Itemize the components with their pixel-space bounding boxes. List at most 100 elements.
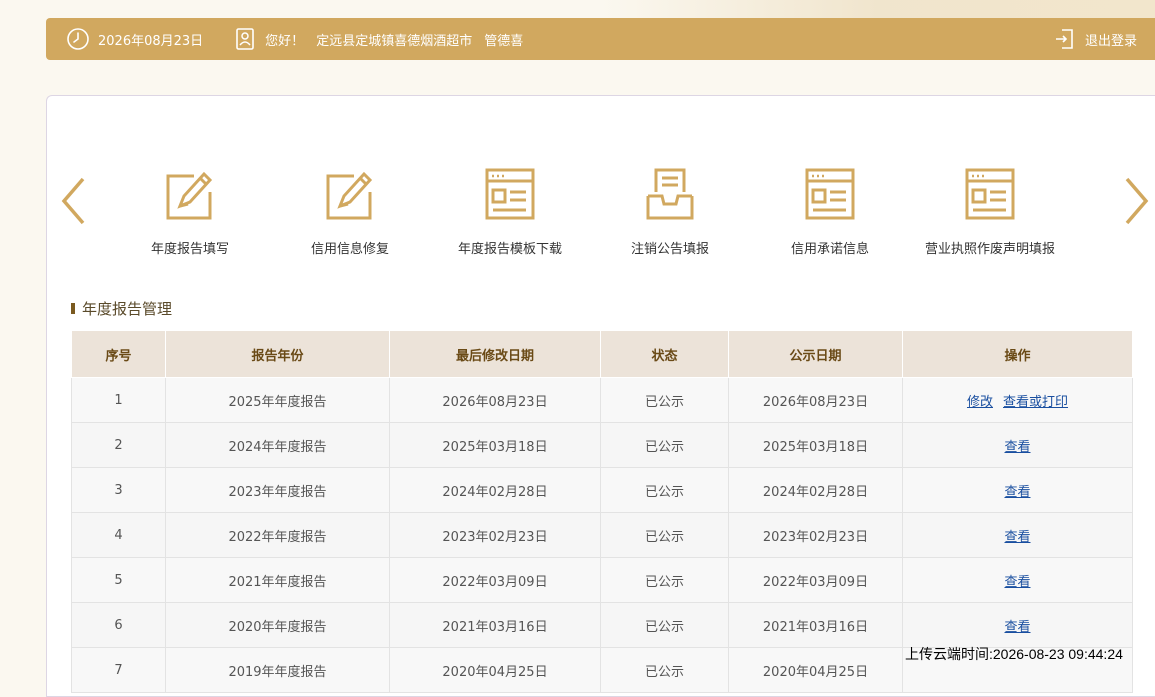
table-row: 5 2021年年度报告 2022年03月09日 已公示 2022年03月09日 … (71, 557, 1133, 603)
chevron-left-icon (61, 177, 85, 225)
document-window-icon (804, 166, 856, 222)
upload-timestamp: 上传云端时间:2026-08-23 09:44:24 (905, 646, 1123, 662)
table-row: 3 2023年年度报告 2024年02月28日 已公示 2024年02月28日 … (71, 467, 1133, 513)
row-number: 1 (71, 377, 166, 423)
logout-button[interactable]: 退出登录 (1053, 27, 1137, 51)
view-link[interactable]: 查看 (1004, 575, 1030, 590)
row-number: 7 (71, 647, 166, 693)
section-marker (71, 303, 75, 314)
publish-date: 2020年04月25日 (728, 647, 903, 693)
shortcut-label: 信用承诺信息 (790, 242, 869, 257)
report-year: 2024年年度报告 (165, 422, 390, 468)
user-name: 管德喜 (484, 33, 524, 49)
publish-date: 2023年02月23日 (728, 512, 903, 558)
shortcut-carousel: 年度报告填写 信用信息修复 年度报告模板下载 注销公告填报 信用承诺信息 营业执… (110, 166, 1070, 266)
column-header: 报告年份 (165, 330, 390, 378)
actions-cell: 查看 (902, 602, 1133, 648)
status: 已公示 (600, 467, 729, 513)
last-modified: 2023年02月23日 (389, 512, 601, 558)
column-header: 公示日期 (728, 330, 903, 378)
table-header-row: 序号 报告年份 最后修改日期 状态 公示日期 操作 (71, 330, 1133, 378)
shortcut-label: 信用信息修复 (310, 242, 389, 257)
chevron-right-icon (1125, 177, 1149, 225)
shortcut-cancellation-notice[interactable]: 注销公告填报 (590, 166, 750, 266)
column-header: 状态 (600, 330, 729, 378)
column-header: 序号 (71, 330, 166, 378)
status: 已公示 (600, 377, 729, 423)
shortcut-label: 年度报告填写 (150, 242, 229, 257)
company-name: 定远县定城镇喜德烟酒超市 (316, 33, 473, 49)
shortcut-label: 年度报告模板下载 (457, 242, 562, 257)
inbox-tray-icon (644, 166, 696, 222)
actions-cell: 查看 (902, 557, 1133, 603)
report-year: 2023年年度报告 (165, 467, 390, 513)
edit-link[interactable]: 修改 (967, 395, 993, 410)
logout-label: 退出登录 (1084, 33, 1137, 49)
view-link[interactable]: 查看 (1004, 485, 1030, 500)
actions-cell: 查看 (902, 467, 1133, 513)
last-modified: 2024年02月28日 (389, 467, 601, 513)
shortcut-credit-repair[interactable]: 信用信息修复 (270, 166, 430, 266)
column-header: 最后修改日期 (389, 330, 601, 378)
section-title: 年度报告管理 (71, 298, 172, 319)
publish-date: 2025年03月18日 (728, 422, 903, 468)
annual-report-table: 序号 报告年份 最后修改日期 状态 公示日期 操作 1 2025年年度报告 20… (71, 330, 1133, 693)
document-window-icon (964, 166, 1016, 222)
current-date: 2026年08月23日 (98, 33, 204, 49)
report-year: 2020年年度报告 (165, 602, 390, 648)
user-greeting: 您好！ 定远县定城镇喜德烟酒超市 管德喜 (233, 27, 523, 51)
actions-cell: 修改 查看或打印 (902, 377, 1133, 423)
last-modified: 2025年03月18日 (389, 422, 601, 468)
shortcut-annual-report-fill[interactable]: 年度报告填写 (110, 166, 270, 266)
last-modified: 2022年03月09日 (389, 557, 601, 603)
status: 已公示 (600, 422, 729, 468)
report-year: 2022年年度报告 (165, 512, 390, 558)
carousel-prev-button[interactable] (59, 176, 89, 226)
view-link[interactable]: 查看 (1004, 440, 1030, 455)
last-modified: 2026年08月23日 (389, 377, 601, 423)
row-number: 3 (71, 467, 166, 513)
top-bar: 2026年08月23日 您好！ 定远县定城镇喜德烟酒超市 管德喜 退出登录 (46, 18, 1155, 60)
logout-icon (1053, 27, 1077, 51)
status: 已公示 (600, 647, 729, 693)
greeting-text: 您好！ (265, 33, 305, 49)
publish-date: 2021年03月16日 (728, 602, 903, 648)
table-row: 1 2025年年度报告 2026年08月23日 已公示 2026年08月23日 … (71, 377, 1133, 423)
section-title-text: 年度报告管理 (82, 300, 173, 318)
report-year: 2025年年度报告 (165, 377, 390, 423)
shortcut-license-void-statement[interactable]: 营业执照作废声明填报 (910, 166, 1070, 266)
actions-cell: 查看 (902, 512, 1133, 558)
view-print-link[interactable]: 查看或打印 (1003, 395, 1068, 410)
clock-icon (66, 27, 90, 51)
date-display: 2026年08月23日 (66, 27, 203, 51)
table-row: 4 2022年年度报告 2023年02月23日 已公示 2023年02月23日 … (71, 512, 1133, 558)
row-number: 4 (71, 512, 166, 558)
view-link[interactable]: 查看 (1004, 620, 1030, 635)
main-panel: 年度报告填写 信用信息修复 年度报告模板下载 注销公告填报 信用承诺信息 营业执… (46, 95, 1155, 697)
column-header: 操作 (902, 330, 1133, 378)
shortcut-template-download[interactable]: 年度报告模板下载 (430, 166, 590, 266)
status: 已公示 (600, 602, 729, 648)
id-card-icon (233, 27, 257, 51)
shortcut-credit-commitment[interactable]: 信用承诺信息 (750, 166, 910, 266)
publish-date: 2022年03月09日 (728, 557, 903, 603)
shortcut-label: 营业执照作废声明填报 (924, 242, 1055, 257)
shortcut-label: 注销公告填报 (630, 242, 709, 257)
edit-form-icon (324, 166, 376, 222)
table-row: 2 2024年年度报告 2025年03月18日 已公示 2025年03月18日 … (71, 422, 1133, 468)
status: 已公示 (600, 512, 729, 558)
view-link[interactable]: 查看 (1004, 530, 1030, 545)
row-number: 2 (71, 422, 166, 468)
carousel-next-button[interactable] (1121, 176, 1151, 226)
last-modified: 2021年03月16日 (389, 602, 601, 648)
actions-cell: 查看 (902, 422, 1133, 468)
report-year: 2019年年度报告 (165, 647, 390, 693)
row-number: 5 (71, 557, 166, 603)
publish-date: 2026年08月23日 (728, 377, 903, 423)
edit-form-icon (164, 166, 216, 222)
last-modified: 2020年04月25日 (389, 647, 601, 693)
document-window-icon (484, 166, 536, 222)
table-row: 6 2020年年度报告 2021年03月16日 已公示 2021年03月16日 … (71, 602, 1133, 648)
row-number: 6 (71, 602, 166, 648)
status: 已公示 (600, 557, 729, 603)
